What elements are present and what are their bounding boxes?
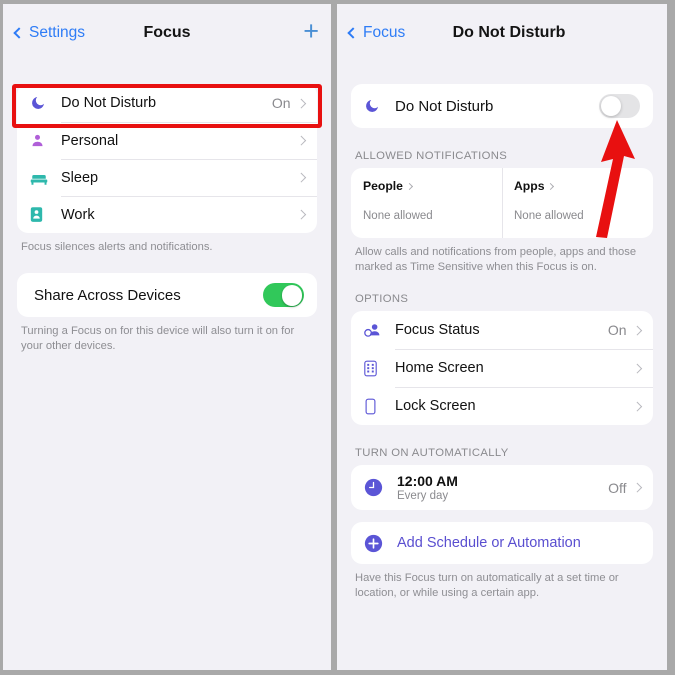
schedule-row[interactable]: 12:00 AM Every day Off — [351, 465, 653, 510]
plus-icon[interactable]: + — [303, 17, 319, 45]
focus-list-card: Do Not Disturb On Personal Sleep Work — [17, 84, 317, 233]
chevron-right-icon — [632, 325, 642, 335]
focus-label: Do Not Disturb — [61, 95, 157, 111]
schedule-time: 12:00 AM — [397, 473, 458, 490]
options-header: OPTIONS — [355, 293, 409, 306]
moon-icon — [364, 98, 390, 114]
back-label: Focus — [363, 24, 406, 41]
schedule-value: Off — [608, 479, 627, 496]
back-label: Settings — [29, 24, 86, 41]
option-row-home-screen[interactable]: Home Screen — [351, 349, 653, 387]
focus-value: On — [271, 95, 291, 111]
chevron-right-icon — [296, 135, 306, 146]
chevron-right-icon — [632, 483, 642, 493]
chevron-right-icon — [405, 182, 414, 190]
focus-row-sleep[interactable]: Sleep — [17, 159, 317, 196]
allowed-notifications-card: People None allowed Apps None allowed — [351, 168, 653, 238]
focus-label: Personal — [61, 132, 119, 149]
option-row-lock-screen[interactable]: Lock Screen — [351, 387, 653, 425]
share-label: Share Across Devices — [34, 286, 181, 304]
chevron-right-icon — [547, 182, 555, 190]
option-row-focus-status[interactable]: Focus Status On — [351, 311, 653, 349]
share-across-devices-row[interactable]: Share Across Devices — [17, 273, 317, 317]
option-label: Home Screen — [395, 360, 484, 377]
people-label: People — [363, 179, 403, 193]
screenshot-frame: Settings Focus + Do Not Disturb On Perso… — [0, 0, 675, 675]
add-schedule-row[interactable]: Add Schedule or Automation — [351, 522, 653, 564]
apps-title-row: Apps — [514, 179, 641, 193]
allowed-notifications-header: ALLOWED NOTIFICATIONS — [355, 150, 508, 162]
option-value: On — [607, 322, 627, 339]
people-column[interactable]: People None allowed — [351, 168, 502, 238]
automation-footnote: Have this Focus turn on automatically at… — [355, 572, 619, 600]
allowed-notifications-footnote: Allow calls and notifications from peopl… — [355, 246, 637, 274]
focus-status-icon — [364, 322, 390, 338]
back-to-focus-button[interactable]: Focus — [347, 24, 406, 42]
chevron-right-icon — [296, 98, 306, 108]
apps-column[interactable]: Apps None allowed — [502, 168, 653, 238]
focus-label: Work — [61, 206, 95, 223]
chevron-left-icon — [347, 27, 359, 39]
person-icon — [30, 133, 56, 148]
focus-row-do-not-disturb[interactable]: Do Not Disturb On — [17, 84, 317, 122]
option-label: Focus Status — [395, 322, 480, 339]
option-label: Lock Screen — [395, 398, 476, 415]
schedule-card: 12:00 AM Every day Off — [351, 465, 653, 511]
id-card-icon — [30, 206, 56, 223]
back-to-settings-button[interactable]: Settings — [13, 24, 86, 42]
bed-icon — [30, 170, 56, 186]
focus-settings-panel: Settings Focus + Do Not Disturb On Perso… — [3, 4, 331, 670]
apps-subtitle: None allowed — [514, 210, 584, 222]
focus-label: Sleep — [61, 169, 99, 186]
plus-circle-icon — [364, 534, 390, 553]
focus-footnote: Focus silences alerts and notifications. — [21, 241, 213, 253]
people-title-row: People — [363, 179, 490, 193]
lock-screen-icon — [364, 398, 390, 415]
focus-row-work[interactable]: Work — [17, 196, 317, 233]
share-footnote: Turning a Focus on for this device will … — [21, 325, 295, 353]
chevron-right-icon — [632, 401, 642, 411]
people-subtitle: None allowed — [363, 210, 433, 222]
chevron-right-icon — [632, 363, 642, 373]
options-card: Focus Status On Home Screen Lock Screen — [351, 311, 653, 426]
home-screen-icon — [364, 360, 390, 377]
left-navbar: Settings Focus + — [3, 4, 331, 62]
focus-row-personal[interactable]: Personal — [17, 122, 317, 159]
do-not-disturb-toggle[interactable] — [599, 94, 640, 118]
schedule-text: 12:00 AM Every day — [390, 473, 608, 502]
share-across-devices-card: Share Across Devices — [17, 273, 317, 318]
share-across-devices-toggle[interactable] — [263, 283, 304, 308]
do-not-disturb-toggle-row[interactable]: Do Not Disturb — [351, 84, 653, 128]
chevron-right-icon — [296, 209, 306, 220]
automation-header: TURN ON AUTOMATICALLY — [355, 447, 509, 460]
add-schedule-label: Add Schedule or Automation — [397, 535, 581, 552]
add-schedule-card: Add Schedule or Automation — [351, 522, 653, 565]
right-navbar: Focus Do Not Disturb — [337, 4, 667, 62]
moon-icon — [30, 95, 56, 111]
chevron-right-icon — [296, 172, 306, 183]
schedule-repeat: Every day — [397, 490, 449, 503]
do-not-disturb-detail-panel: Focus Do Not Disturb Do Not Disturb ALLO… — [337, 4, 667, 670]
do-not-disturb-label: Do Not Disturb — [395, 97, 494, 115]
chevron-left-icon — [13, 27, 25, 39]
apps-label: Apps — [514, 179, 545, 193]
clock-icon — [364, 478, 390, 497]
main-toggle-card: Do Not Disturb — [351, 84, 653, 128]
